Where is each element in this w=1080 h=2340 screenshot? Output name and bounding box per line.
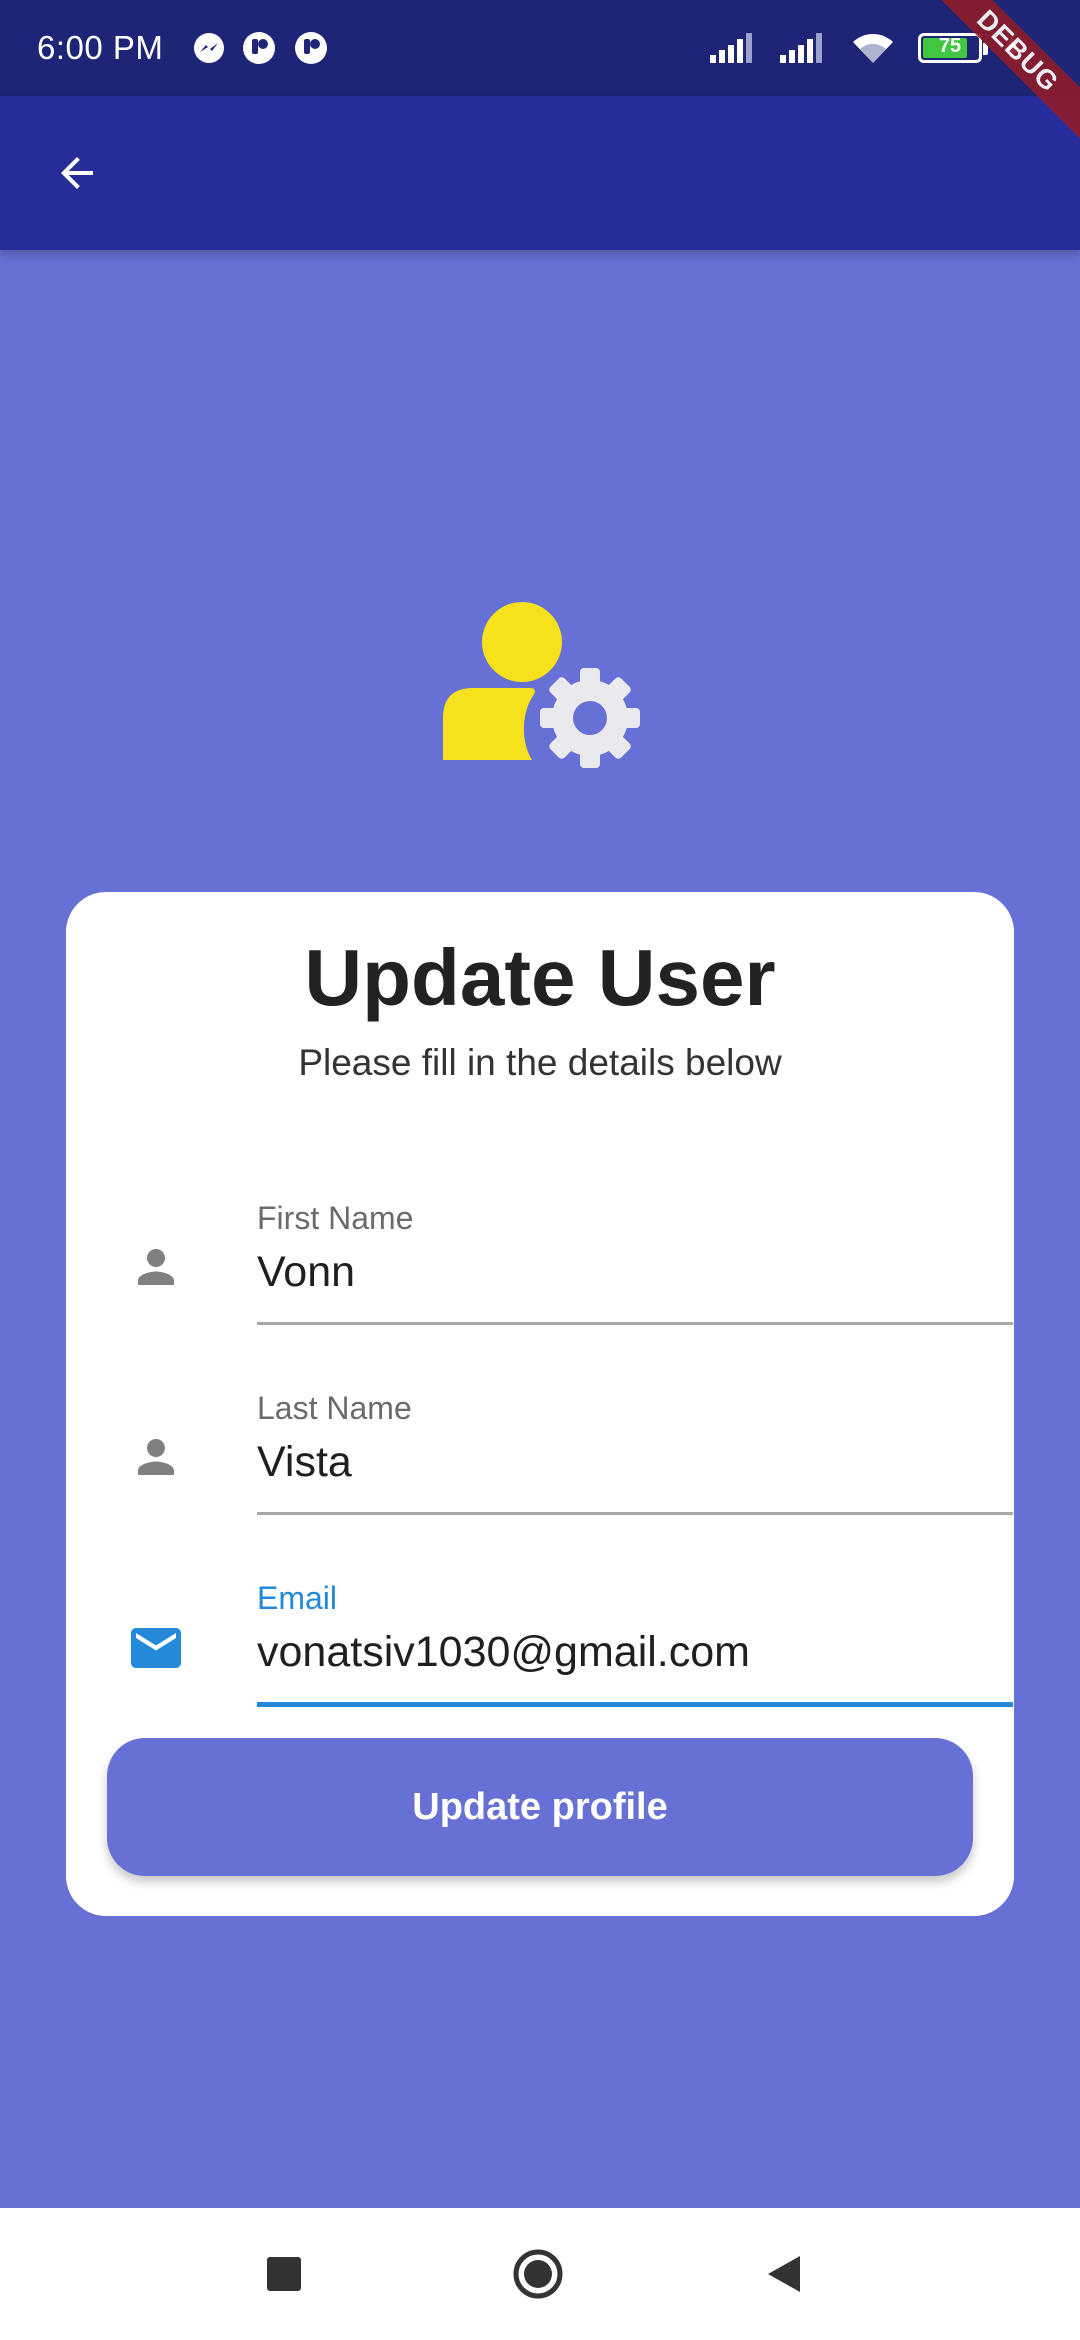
home-button[interactable] bbox=[478, 2208, 598, 2340]
email-icon bbox=[131, 1628, 181, 1668]
battery-icon: 75 bbox=[918, 33, 988, 63]
back-icon bbox=[768, 2256, 800, 2292]
last-name-underline bbox=[257, 1512, 1013, 1515]
signal-icon bbox=[710, 33, 752, 63]
charging-icon bbox=[1004, 33, 1020, 63]
page-title: Update User bbox=[304, 933, 776, 1022]
signal-icon bbox=[780, 33, 822, 63]
app-bar bbox=[0, 96, 1080, 250]
status-system-icons: 75 bbox=[688, 0, 1020, 96]
recents-icon bbox=[267, 2257, 301, 2291]
field-icon bbox=[106, 1618, 206, 1678]
first-name-label: First Name bbox=[257, 1200, 414, 1236]
status-bar: 6:00 PM 75 bbox=[0, 0, 1080, 96]
back-nav-button[interactable] bbox=[724, 2208, 844, 2340]
field-icon bbox=[106, 1430, 206, 1484]
person-icon bbox=[138, 1249, 174, 1285]
update-profile-label: Update profile bbox=[412, 1785, 668, 1828]
wifi-icon bbox=[853, 34, 893, 63]
notification-app-icon bbox=[295, 32, 328, 64]
status-notification-icons bbox=[177, 30, 329, 66]
status-time: 6:00 PM bbox=[37, 29, 164, 66]
battery-level-text: 75 bbox=[938, 35, 962, 57]
back-button[interactable] bbox=[37, 133, 117, 213]
email-field-body: Email bbox=[257, 1580, 1013, 1730]
email-underline bbox=[257, 1702, 1013, 1707]
notification-app-icon bbox=[243, 32, 276, 64]
system-navigation-bar bbox=[0, 2208, 1080, 2340]
messenger-icon bbox=[194, 33, 225, 63]
arrow-back-icon bbox=[61, 157, 93, 189]
email-field[interactable]: Email bbox=[106, 1580, 1013, 1730]
user-settings-icon bbox=[443, 602, 640, 768]
update-user-card: Update User Please fill in the details b… bbox=[66, 892, 1014, 1916]
last-name-label: Last Name bbox=[257, 1390, 412, 1426]
email-label: Email bbox=[257, 1580, 338, 1616]
email-input[interactable] bbox=[257, 1620, 1013, 1684]
field-icon bbox=[106, 1240, 206, 1294]
home-icon bbox=[513, 2249, 563, 2299]
recents-button[interactable] bbox=[224, 2208, 344, 2340]
update-profile-button[interactable]: Update profile bbox=[107, 1738, 973, 1876]
first-name-field[interactable]: First Name bbox=[106, 1200, 1013, 1350]
first-name-underline bbox=[257, 1322, 1013, 1325]
page-subtitle: Please fill in the details below bbox=[298, 1042, 782, 1083]
first-name-input[interactable] bbox=[257, 1240, 1013, 1304]
person-icon bbox=[138, 1439, 174, 1475]
last-name-input[interactable] bbox=[257, 1430, 1013, 1494]
user-settings-illustration bbox=[440, 600, 650, 780]
first-name-field-body: First Name bbox=[257, 1200, 1013, 1350]
last-name-field[interactable]: Last Name bbox=[106, 1390, 1013, 1540]
last-name-field-body: Last Name bbox=[257, 1390, 1013, 1540]
